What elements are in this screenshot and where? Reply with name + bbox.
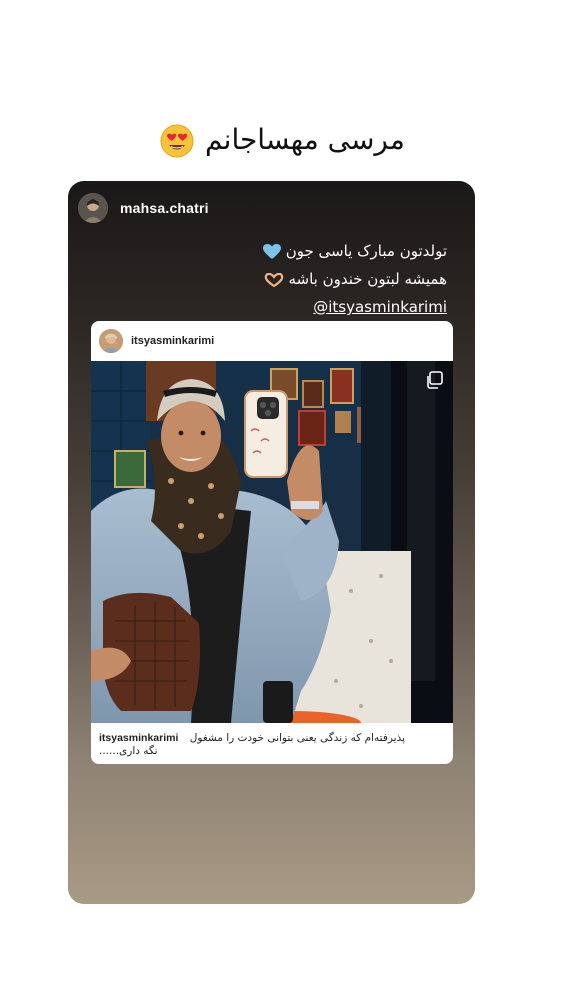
greeting-line-2: همیشه لبتون خندون باشه [147, 265, 447, 293]
caption-text-line-2: نگه داری...... [99, 745, 158, 757]
greeting-line-1: تولدتون مبارک یاسی جون [147, 237, 447, 265]
birthday-greeting: تولدتون مبارک یاسی جون همیشه لبتون خندون… [147, 237, 447, 321]
greeting-line-3: @itsyasminkarimi [147, 293, 447, 321]
shared-post-photo[interactable] [91, 361, 453, 723]
heart-eyes-emoji-icon [160, 124, 194, 158]
story-caption: مرسی مهساجانم [0, 118, 563, 162]
mention-link[interactable]: @itsyasminkarimi [313, 293, 447, 321]
light-blue-heart-icon [262, 243, 281, 259]
shared-post-username[interactable]: itsyasminkarimi [131, 335, 214, 347]
shared-post-header[interactable]: itsyasminkarimi [91, 321, 453, 361]
user-avatar-icon[interactable] [78, 193, 108, 223]
story-author-username[interactable]: mahsa.chatri [120, 200, 209, 216]
user-avatar-icon[interactable] [99, 329, 123, 353]
shared-post-card[interactable]: itsyasminkarimi [91, 321, 453, 764]
heart-hands-icon [264, 272, 283, 287]
shared-post-caption: itsyasminkarimi پذیرفته‌ام که زندگی یعنی… [99, 729, 445, 761]
story-author[interactable]: mahsa.chatri [78, 191, 209, 225]
multiple-photos-icon [427, 371, 443, 389]
caption-username[interactable]: itsyasminkarimi [99, 731, 178, 745]
story-card: mahsa.chatri تولدتون مبارک یاسی جون همیش… [68, 181, 475, 904]
caption-text: مرسی مهساجانم [205, 123, 405, 156]
caption-text-line-1: پذیرفته‌ام که زندگی یعنی بتوانی خودت را … [189, 732, 405, 744]
post-photo-illustration [91, 361, 453, 723]
